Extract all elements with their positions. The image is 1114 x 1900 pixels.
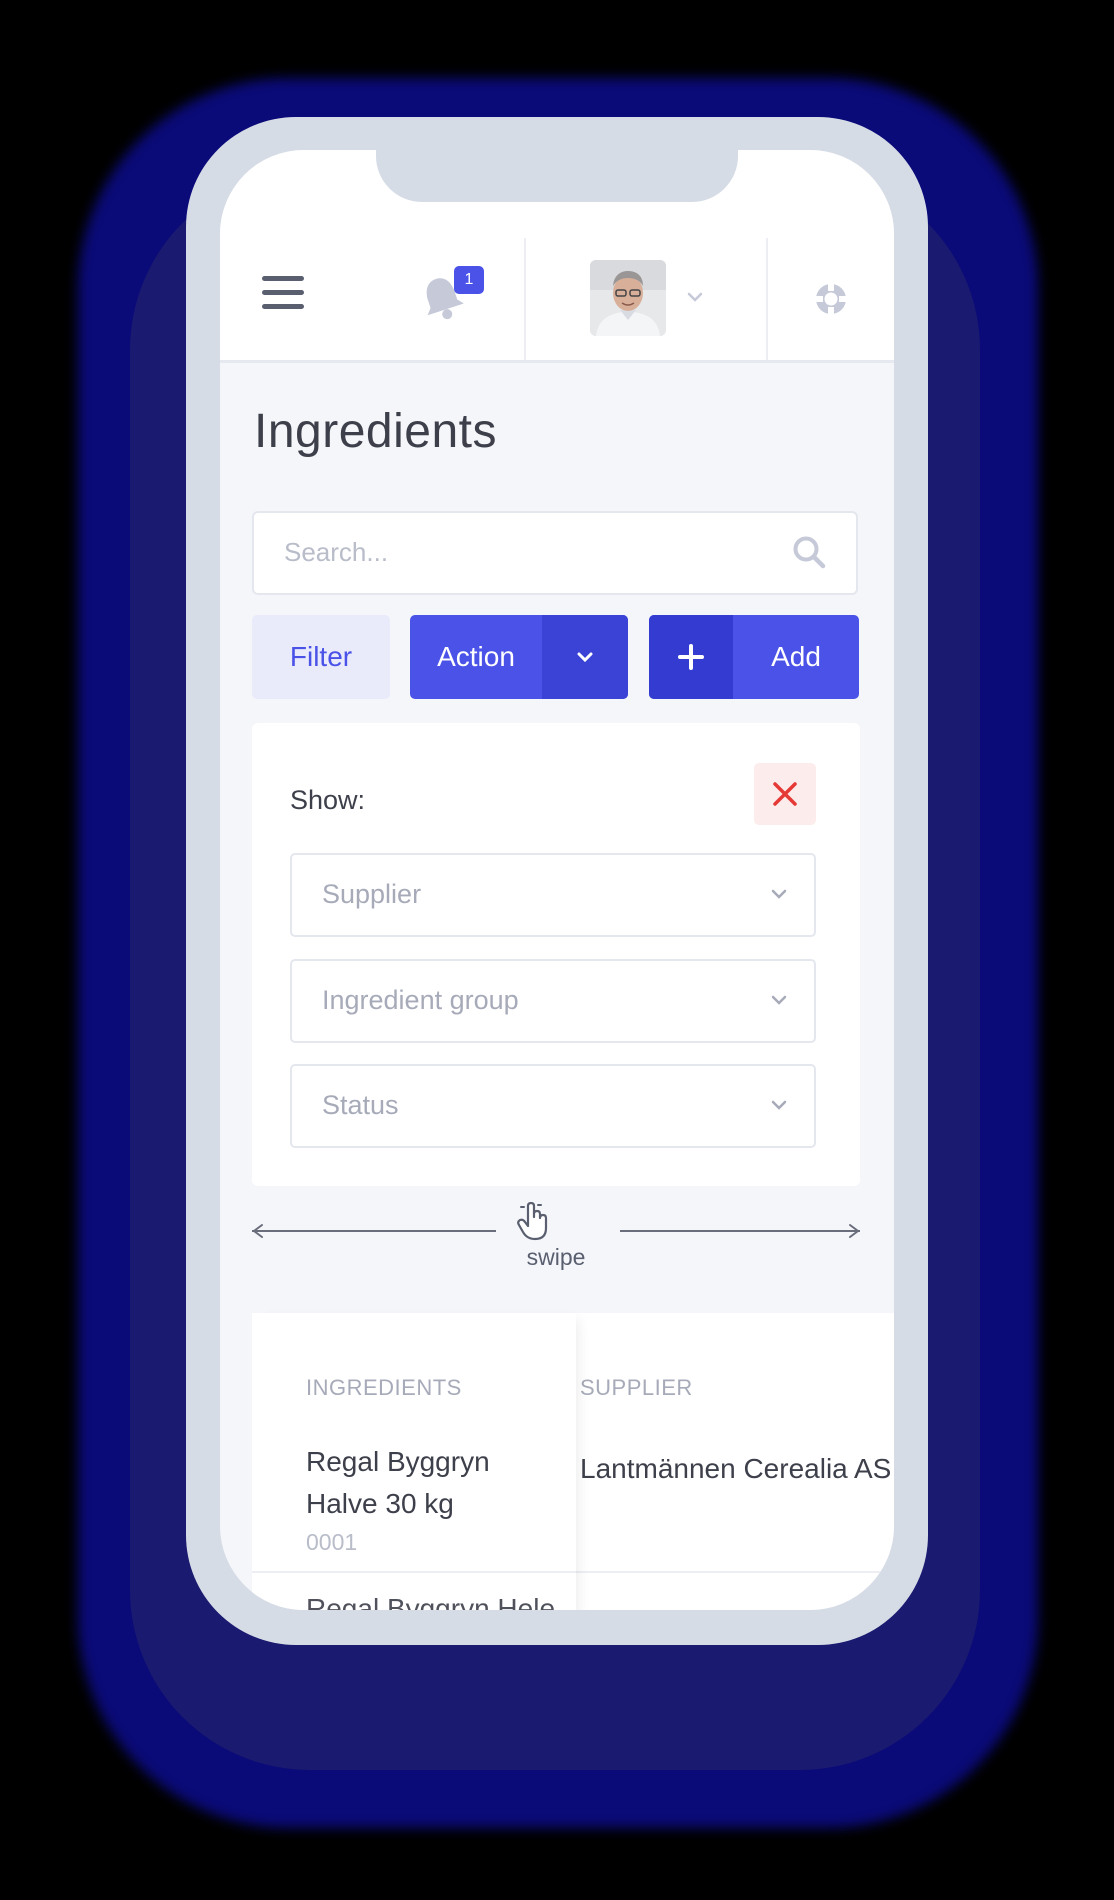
- avatar[interactable]: [590, 260, 666, 336]
- swipe-hand-icon: [514, 1200, 550, 1242]
- supplier-select-label: Supplier: [322, 879, 422, 909]
- ingredient-name[interactable]: Regal Byggryn Hele 25: [306, 1593, 576, 1610]
- ingredient-code: 0001: [306, 1529, 358, 1555]
- show-label: Show:: [290, 785, 366, 815]
- page-title: Ingredients: [254, 405, 497, 458]
- close-filter-button[interactable]: [754, 763, 816, 825]
- chevron-down-icon: [577, 652, 593, 663]
- menu-icon[interactable]: [262, 276, 304, 312]
- swipe-label: swipe: [526, 1244, 586, 1270]
- phone-screen: 1 Ingredients Search... Filter Action Ad…: [220, 150, 894, 1610]
- arrow-right-icon: [849, 1224, 860, 1238]
- supplier-name: Lantmännen Cerealia AS: [580, 1453, 892, 1484]
- ingredient-group-select-label: Ingredient group: [322, 985, 519, 1015]
- column-header-supplier[interactable]: SUPPLIER: [580, 1375, 693, 1401]
- status-select-label: Status: [322, 1090, 399, 1120]
- sticky-column: INGREDIENTS Regal Byggryn Halve 30 kg 00…: [252, 1313, 576, 1610]
- filter-panel: Show: Supplier Ingredient group Status: [252, 723, 860, 1186]
- ingredient-group-select[interactable]: Ingredient group: [290, 959, 816, 1043]
- status-select[interactable]: Status: [290, 1064, 816, 1148]
- filter-button[interactable]: Filter: [252, 615, 390, 699]
- chevron-down-icon: [770, 1098, 788, 1112]
- column-header-ingredients[interactable]: INGREDIENTS: [306, 1375, 462, 1401]
- chevron-down-icon: [770, 887, 788, 901]
- ingredients-table: INGREDIENTS Regal Byggryn Halve 30 kg 00…: [252, 1313, 894, 1610]
- swipe-line: [252, 1230, 496, 1232]
- chevron-down-icon: [770, 993, 788, 1007]
- search-placeholder: Search...: [284, 537, 389, 567]
- close-icon: [773, 782, 797, 806]
- search-icon[interactable]: [790, 533, 828, 571]
- add-button[interactable]: Add: [649, 615, 859, 699]
- swipe-hint: swipe: [250, 1200, 862, 1282]
- search-input[interactable]: Search...: [252, 511, 858, 595]
- phone-frame: 1 Ingredients Search... Filter Action Ad…: [186, 117, 928, 1645]
- phone-notch: [376, 150, 738, 202]
- plus-icon: [649, 615, 733, 699]
- swipe-line: [620, 1230, 860, 1232]
- notification-badge: 1: [454, 266, 484, 294]
- help-icon[interactable]: [814, 282, 848, 316]
- divider: [524, 238, 526, 360]
- filter-button-label: Filter: [289, 641, 353, 672]
- supplier-select[interactable]: Supplier: [290, 853, 816, 937]
- action-dropdown-toggle[interactable]: [542, 615, 628, 699]
- add-button-label: Add: [771, 641, 821, 672]
- action-button-label: Action: [437, 641, 515, 672]
- chevron-down-icon[interactable]: [686, 290, 704, 304]
- row-divider: [252, 1571, 576, 1573]
- action-button[interactable]: Action: [410, 615, 628, 699]
- ingredient-name[interactable]: Regal Byggryn Halve 30 kg: [306, 1441, 546, 1525]
- divider: [766, 238, 768, 360]
